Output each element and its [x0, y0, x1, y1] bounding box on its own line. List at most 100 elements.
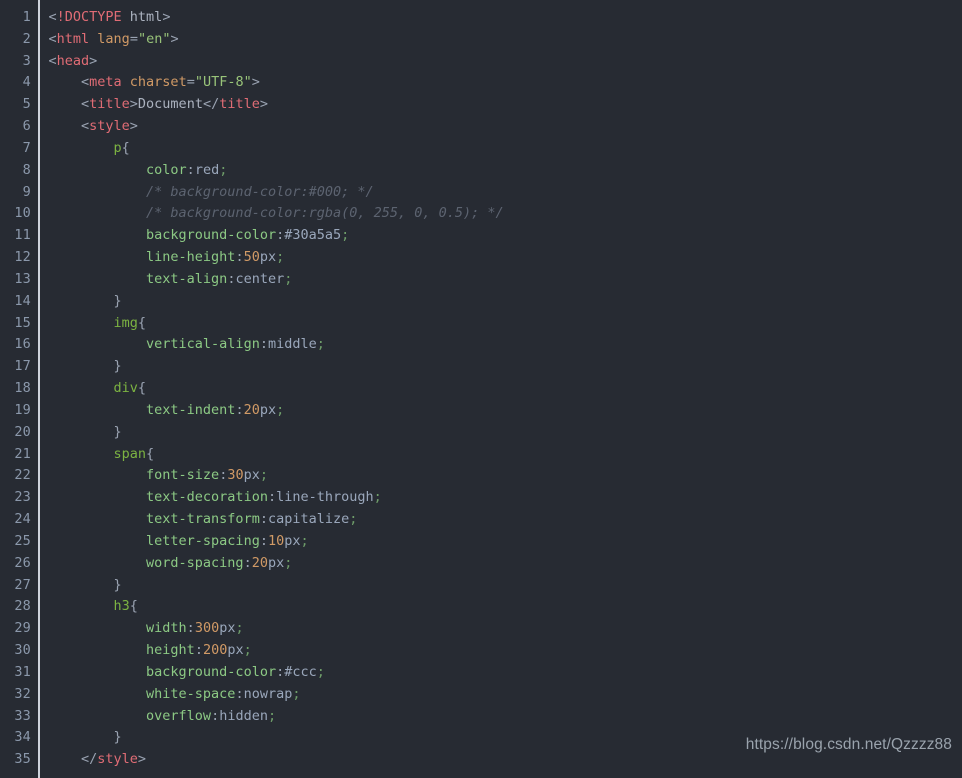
- line-number[interactable]: 33: [0, 706, 38, 728]
- code-line[interactable]: white-space:nowrap;: [49, 684, 962, 706]
- line-number[interactable]: 20: [0, 422, 38, 444]
- code-token: line-through: [276, 489, 374, 506]
- code-token: ;: [284, 554, 293, 571]
- code-line[interactable]: <title>Document</title>: [49, 94, 962, 116]
- line-number[interactable]: 11: [0, 225, 38, 247]
- line-number[interactable]: 32: [0, 684, 38, 706]
- line-number[interactable]: 15: [0, 313, 38, 335]
- line-number[interactable]: 30: [0, 640, 38, 662]
- code-line[interactable]: overflow:hidden;: [49, 706, 962, 728]
- code-line[interactable]: /* background-color:#000; */: [49, 182, 962, 204]
- line-number[interactable]: 19: [0, 400, 38, 422]
- code-token: charset: [129, 74, 187, 91]
- line-number[interactable]: 9: [0, 182, 38, 204]
- code-token: :: [211, 707, 220, 724]
- line-number[interactable]: 27: [0, 575, 38, 597]
- code-token: :: [267, 489, 277, 506]
- code-line[interactable]: font-size:30px;: [49, 465, 962, 487]
- code-token: {: [137, 380, 147, 397]
- code-token: p: [48, 139, 122, 156]
- code-token: div: [48, 380, 138, 397]
- line-number[interactable]: 23: [0, 487, 38, 509]
- line-number[interactable]: 12: [0, 247, 38, 269]
- code-token: ;: [219, 161, 228, 178]
- code-line[interactable]: vertical-align:middle;: [49, 334, 962, 356]
- code-line[interactable]: /* background-color:rgba(0, 255, 0, 0.5)…: [49, 203, 962, 225]
- code-line[interactable]: <!DOCTYPE html>: [49, 7, 962, 29]
- line-number[interactable]: 2: [0, 29, 38, 51]
- line-number[interactable]: 7: [0, 138, 38, 160]
- code-line[interactable]: }: [49, 575, 962, 597]
- code-line[interactable]: img{: [49, 313, 962, 335]
- code-token: center: [235, 270, 285, 287]
- code-line[interactable]: }: [49, 356, 962, 378]
- code-token: title: [219, 96, 260, 113]
- code-line[interactable]: <style>: [49, 116, 962, 138]
- code-line[interactable]: h3{: [49, 596, 962, 618]
- code-line[interactable]: }: [49, 422, 962, 444]
- code-line[interactable]: color:red;: [49, 160, 962, 182]
- code-token: ;: [276, 249, 285, 266]
- line-number[interactable]: 4: [0, 72, 38, 94]
- code-line[interactable]: text-decoration:line-through;: [49, 487, 962, 509]
- code-line[interactable]: background-color:#ccc;: [49, 662, 962, 684]
- line-number[interactable]: 5: [0, 94, 38, 116]
- line-number[interactable]: 35: [0, 749, 38, 771]
- line-number[interactable]: 10: [0, 203, 38, 225]
- code-line[interactable]: <head>: [49, 51, 962, 73]
- line-number[interactable]: 24: [0, 509, 38, 531]
- code-line[interactable]: div{: [49, 378, 962, 400]
- code-line[interactable]: letter-spacing:10px;: [49, 531, 962, 553]
- line-number[interactable]: 29: [0, 618, 38, 640]
- line-number[interactable]: 28: [0, 596, 38, 618]
- code-token: :: [243, 554, 252, 571]
- code-token: {: [137, 314, 147, 331]
- code-line[interactable]: span{: [49, 444, 962, 466]
- code-token: "en": [137, 30, 171, 47]
- code-token: ;: [276, 401, 285, 418]
- code-line[interactable]: <html lang="en">: [49, 29, 962, 51]
- code-line[interactable]: background-color:#30a5a5;: [49, 225, 962, 247]
- line-number[interactable]: 13: [0, 269, 38, 291]
- code-line[interactable]: text-transform:capitalize;: [49, 509, 962, 531]
- code-token: style: [89, 118, 130, 135]
- code-line[interactable]: text-indent:20px;: [49, 400, 962, 422]
- line-number[interactable]: 25: [0, 531, 38, 553]
- line-number[interactable]: 34: [0, 727, 38, 749]
- line-number[interactable]: 21: [0, 444, 38, 466]
- code-line[interactable]: p{: [49, 138, 962, 160]
- line-number[interactable]: 26: [0, 553, 38, 575]
- line-number[interactable]: 6: [0, 116, 38, 138]
- code-token: >: [259, 96, 268, 113]
- code-token: vertical-align: [48, 336, 260, 353]
- code-line[interactable]: line-height:50px;: [49, 247, 962, 269]
- line-number[interactable]: 22: [0, 465, 38, 487]
- line-number[interactable]: 18: [0, 378, 38, 400]
- line-number[interactable]: 31: [0, 662, 38, 684]
- code-token: font-size: [48, 467, 220, 484]
- line-number[interactable]: 8: [0, 160, 38, 182]
- line-number[interactable]: 3: [0, 51, 38, 73]
- line-number[interactable]: 16: [0, 334, 38, 356]
- code-token: >: [129, 118, 138, 135]
- code-line[interactable]: height:200px;: [49, 640, 962, 662]
- code-content-area[interactable]: <!DOCTYPE html> <html lang="en"> <head> <m…: [39, 0, 962, 778]
- line-number-gutter[interactable]: 1 2 3 4 5 6 7 8 9 10 11 12 13 14 15 16 17 18 19 20 21 22 23 24 2…: [0, 0, 38, 778]
- code-line[interactable]: <meta charset="UTF-8">: [49, 72, 962, 94]
- code-line[interactable]: word-spacing:20px;: [49, 553, 962, 575]
- line-number[interactable]: 14: [0, 291, 38, 313]
- code-token: px: [219, 620, 236, 637]
- code-token: ;: [373, 489, 382, 506]
- code-token: {: [129, 598, 138, 615]
- line-number[interactable]: 17: [0, 356, 38, 378]
- code-line[interactable]: text-align:center;: [49, 269, 962, 291]
- line-number[interactable]: 1: [0, 7, 38, 29]
- code-line[interactable]: }: [49, 291, 962, 313]
- code-token: :: [235, 249, 244, 266]
- code-token: >: [251, 74, 260, 91]
- code-token: letter-spacing: [48, 532, 260, 549]
- code-token: overflow: [48, 707, 212, 724]
- code-token: style: [97, 751, 138, 768]
- code-line[interactable]: width:300px;: [49, 618, 962, 640]
